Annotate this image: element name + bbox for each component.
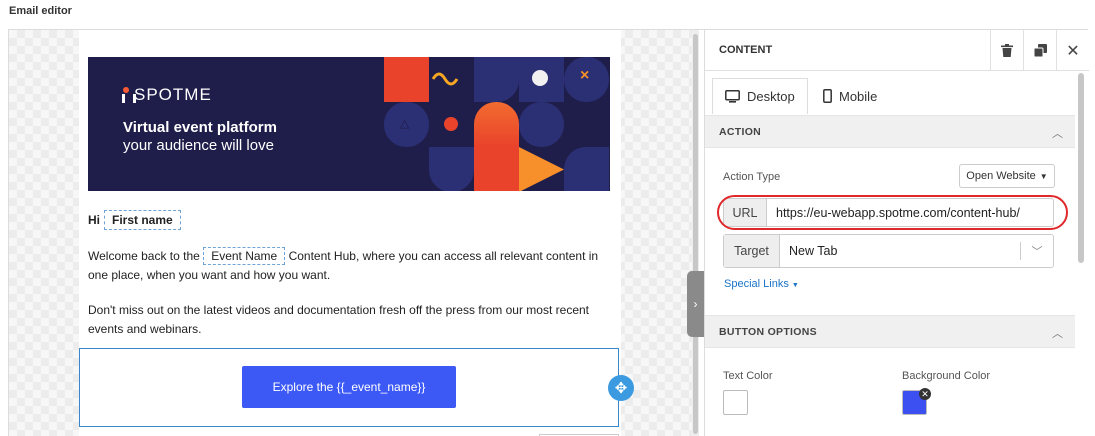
brand-logo: SPOTME (121, 85, 212, 105)
background-color-label: Background Color (902, 370, 991, 382)
text-color-swatch[interactable] (723, 390, 748, 415)
action-type-label: Action Type (723, 171, 781, 183)
device-tabs: Desktop Mobile (705, 71, 1075, 114)
action-type-dropdown[interactable]: Open Website ▼ (959, 164, 1055, 188)
banner-headline: Virtual event platform (123, 119, 277, 136)
tab-desktop[interactable]: Desktop (712, 78, 808, 114)
panel-scrollbar[interactable] (1077, 71, 1085, 436)
tab-mobile-label: Mobile (839, 88, 878, 104)
button-options-section-label: BUTTON OPTIONS (719, 326, 817, 338)
chevron-down-icon[interactable]: ﹀ (1020, 242, 1053, 260)
panel-header: CONTENT ✕ (705, 30, 1089, 71)
email-body: SPOTME Virtual event platform your audie… (79, 30, 634, 436)
chevron-up-icon[interactable]: ︿ (1052, 325, 1063, 341)
greeting-line[interactable]: Hi First name (88, 210, 181, 230)
target-value[interactable]: New Tab (780, 235, 1020, 267)
close-button[interactable]: ✕ (1056, 30, 1089, 71)
special-links-dropdown[interactable]: Special Links ▼ (724, 278, 799, 290)
close-icon: ✕ (1066, 42, 1080, 60)
brand-name: SPOTME (134, 85, 212, 104)
url-highlight-annotation (717, 195, 1068, 230)
action-section-label: ACTION (719, 126, 762, 138)
merge-tag-event-name[interactable]: Event Name (203, 247, 286, 265)
action-type-value: Open Website (966, 170, 1036, 182)
chevron-up-icon[interactable]: ︿ (1052, 125, 1063, 141)
email-canvas[interactable]: SPOTME Virtual event platform your audie… (9, 30, 692, 436)
trash-icon (1001, 44, 1013, 57)
explore-event-button[interactable]: Explore the {{_event_name}} (242, 366, 456, 408)
caret-down-icon: ▼ (1039, 171, 1048, 181)
chevron-right-icon: › (693, 297, 698, 311)
clear-color-icon[interactable]: ✕ (919, 388, 931, 400)
banner-subline: your audience will love (123, 137, 274, 154)
tab-mobile[interactable]: Mobile (811, 78, 889, 114)
move-icon[interactable]: ✥ (608, 375, 634, 401)
spotme-logo-icon (121, 87, 136, 103)
news-paragraph[interactable]: Don't miss out on the latest videos and … (88, 301, 618, 339)
paragraph-text: Welcome back to the (88, 249, 200, 263)
copy-icon (1033, 44, 1047, 57)
hero-banner-image[interactable]: SPOTME Virtual event platform your audie… (88, 57, 610, 191)
action-section-header[interactable]: ACTION ︿ (705, 115, 1075, 148)
target-addon-label: Target (724, 235, 780, 267)
canvas-scrollbar[interactable] (692, 30, 699, 436)
scrollbar-thumb[interactable] (1078, 73, 1084, 263)
caret-down-icon: ▼ (791, 282, 799, 289)
delete-button[interactable] (990, 30, 1023, 71)
collapse-panel-handle[interactable]: › (687, 271, 704, 337)
button-options-section-header[interactable]: BUTTON OPTIONS ︿ (705, 315, 1075, 348)
tab-desktop-label: Desktop (747, 89, 795, 104)
scrollbar-thumb[interactable] (693, 34, 698, 434)
special-links-label: Special Links (724, 278, 789, 290)
target-select[interactable]: Target New Tab ﹀ (723, 234, 1054, 268)
merge-tag-first-name[interactable]: First name (104, 210, 181, 230)
panel-title: CONTENT (719, 44, 773, 56)
monitor-icon (725, 90, 740, 103)
welcome-paragraph[interactable]: Welcome back to the Event Name Content H… (88, 247, 618, 285)
page-title: Email editor (9, 5, 72, 17)
text-color-label: Text Color (723, 370, 773, 382)
greeting-prefix: Hi (88, 213, 100, 227)
banner-geometric-pattern: × △ (384, 57, 610, 191)
content-panel: CONTENT ✕ Desktop Mobile ACTION ︿ Action… (704, 30, 1089, 436)
mobile-icon (823, 89, 832, 103)
duplicate-button[interactable] (1023, 30, 1056, 71)
selected-button-block[interactable]: Explore the {{_event_name}} ✥ (79, 348, 634, 427)
